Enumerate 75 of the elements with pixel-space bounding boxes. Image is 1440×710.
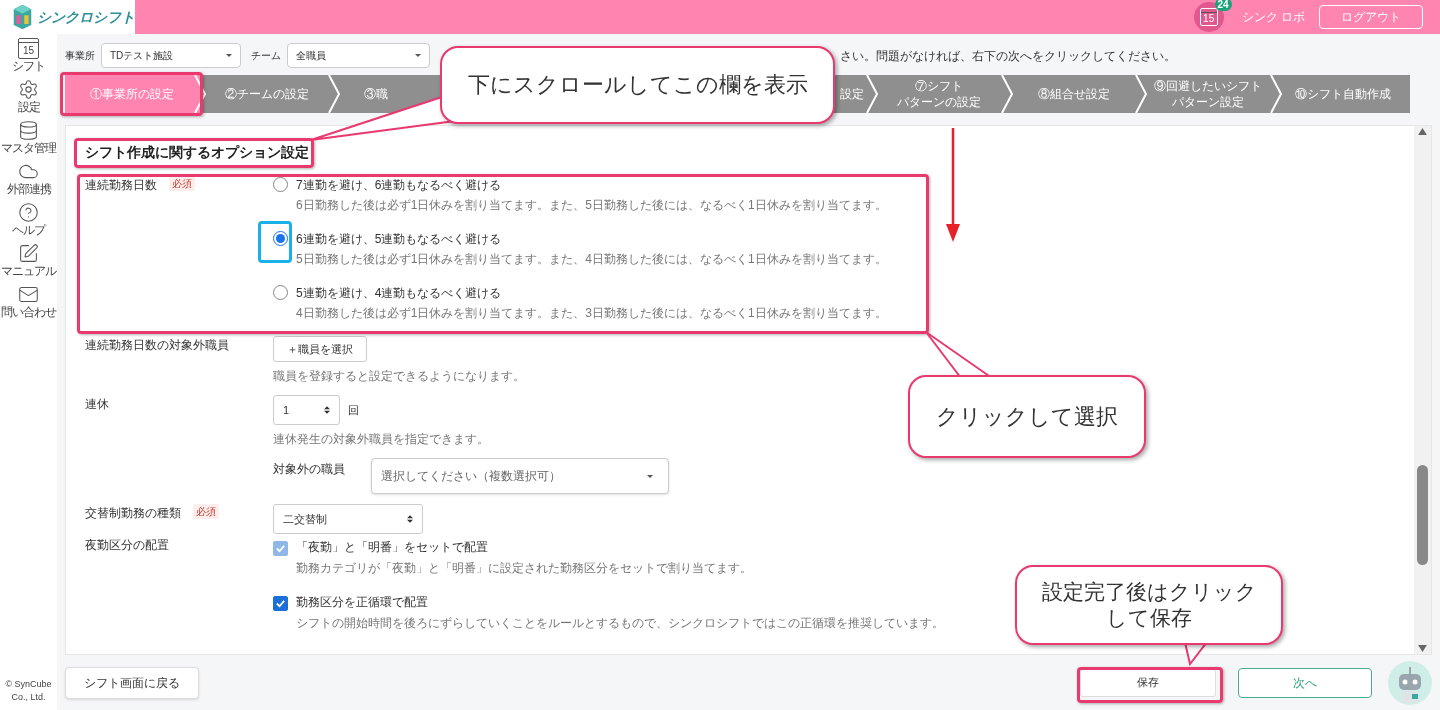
calendar-icon: 15 bbox=[18, 38, 39, 59]
sidebar-item[interactable]: ヘルプ bbox=[0, 202, 57, 243]
dropdown-caret-icon bbox=[647, 474, 653, 478]
field-label: 連休 bbox=[85, 396, 109, 413]
save-button[interactable]: 保存 bbox=[1080, 668, 1216, 697]
sidebar-item[interactable]: マニュアル bbox=[0, 243, 57, 284]
sidebar-item[interactable]: 外部連携 bbox=[0, 161, 57, 202]
dropdown-caret-icon bbox=[415, 54, 421, 57]
number-field[interactable]: 1 bbox=[273, 395, 340, 425]
database-icon bbox=[18, 120, 39, 141]
edit-icon bbox=[18, 243, 39, 264]
field-note: 連休発生の対象外職員を指定できます。 bbox=[273, 431, 490, 448]
required-tag: 必須 bbox=[193, 504, 219, 519]
user-name: シンク ロボ bbox=[1241, 9, 1305, 26]
radio-button[interactable] bbox=[273, 285, 288, 300]
checkbox-label: 勤務区分を正循環で配置 bbox=[296, 594, 429, 611]
back-button[interactable]: シフト画面に戻る bbox=[65, 666, 199, 699]
checkbox-description: 勤務カテゴリが「夜勤」と「明番」に設定された勤務区分をセットで割り当てます。 bbox=[296, 560, 752, 577]
scroll-up-icon[interactable] bbox=[1418, 128, 1427, 135]
filter-select[interactable]: 全職員 bbox=[287, 43, 430, 68]
chevron-divider bbox=[1135, 75, 1147, 113]
staff-select-field[interactable]: 選択してください（複数選択可） bbox=[371, 458, 669, 494]
field-label: 夜勤区分の配置 bbox=[85, 537, 169, 554]
robot-avatar-icon bbox=[1388, 660, 1432, 705]
chevron-divider bbox=[866, 75, 878, 113]
spinner-icon bbox=[407, 515, 413, 523]
logo[interactable]: シンクロシフト bbox=[0, 0, 135, 34]
field-label: 対象外の職員 bbox=[273, 461, 346, 478]
callout-bubble: 下にスクロールしてこの欄を表示 bbox=[440, 46, 835, 124]
shift-type-select[interactable]: 二交替制 bbox=[273, 504, 423, 534]
sidebar-item[interactable]: 問い合わせ bbox=[0, 284, 57, 325]
scrollbar[interactable] bbox=[1414, 126, 1431, 654]
instruction-text: さい。問題がなければ、右下の次へをクリックしてください。 bbox=[840, 47, 1176, 65]
field-label: 交替制勤務の種類 bbox=[85, 505, 181, 522]
chevron-divider bbox=[1000, 75, 1013, 113]
chevron-divider bbox=[1269, 75, 1282, 113]
spinner-icon bbox=[324, 406, 330, 414]
copyright: © SynCube Co., Ltd. bbox=[4, 678, 53, 704]
option-title: 5連勤を避け、4連勤もなるべく避ける bbox=[296, 285, 503, 302]
checkbox[interactable] bbox=[273, 596, 288, 611]
scroll-down-icon[interactable] bbox=[1418, 645, 1427, 652]
select-staff-button[interactable]: ＋職員を選択 bbox=[273, 336, 367, 362]
radio-button[interactable] bbox=[273, 177, 288, 192]
option-description: 5日勤務した後は必ず1日休みを割り当てます。また、4日勤務した後には、なるべく1日休みを割り当てます。 bbox=[296, 251, 887, 268]
check-icon bbox=[275, 543, 286, 554]
sidebar-item[interactable]: 設定 bbox=[0, 79, 57, 120]
option-description: 6日勤務した後は必ず1日休みを割り当てます。また、5日勤務した後には、なるべく1日休みを割り当てます。 bbox=[296, 197, 887, 214]
field-note: 職員を登録すると設定できるようになります。 bbox=[273, 368, 525, 385]
check-icon bbox=[275, 598, 286, 609]
option-description: 4日勤務した後は必ず1日休みを割り当てます。また、3日勤務した後には、なるべく1日休みを割り当てます。 bbox=[296, 305, 887, 322]
option-title: 7連勤を避け、6連勤もなるべく避ける bbox=[296, 177, 503, 194]
help-icon bbox=[18, 202, 39, 223]
gear-icon bbox=[18, 79, 39, 100]
checkbox-description: シフトの開始時間を後ろにずらしていくことをルールとするもので、シンクロシフトではこの正循環を推奨しています。 bbox=[296, 615, 944, 632]
chevron-divider bbox=[328, 75, 340, 113]
scrollbar-thumb[interactable] bbox=[1417, 465, 1428, 565]
sidebar-item[interactable]: マスタ管理 bbox=[0, 120, 57, 161]
field-label: 連続勤務日数 bbox=[85, 177, 157, 194]
checkbox-label: 「夜勤」と「明番」をセットで配置 bbox=[296, 539, 489, 556]
callout-bubble: 設定完了後はクリックして保存 bbox=[1015, 565, 1283, 645]
notification-badge: 24 bbox=[1214, 0, 1232, 11]
dropdown-caret-icon bbox=[226, 54, 232, 57]
section-title: シフト作成に関するオプション設定 bbox=[85, 144, 309, 160]
chevron-divider bbox=[193, 75, 206, 113]
sidebar-item[interactable]: 15 シフト bbox=[0, 38, 57, 79]
option-title: 6連勤を避け、5連勤もなるべく避ける bbox=[296, 231, 503, 248]
logo-icon bbox=[12, 3, 33, 31]
radio-button[interactable] bbox=[273, 231, 288, 246]
mail-icon bbox=[18, 284, 39, 305]
filter-label: チーム bbox=[251, 49, 281, 63]
calendar-icon: 15 bbox=[1199, 8, 1218, 26]
unit-label: 回 bbox=[348, 402, 359, 418]
filter-label: 事業所 bbox=[65, 49, 95, 63]
filter-select[interactable]: TDテスト施設 bbox=[101, 43, 241, 68]
field-label: 連続勤務日数の対象外職員 bbox=[85, 337, 229, 354]
